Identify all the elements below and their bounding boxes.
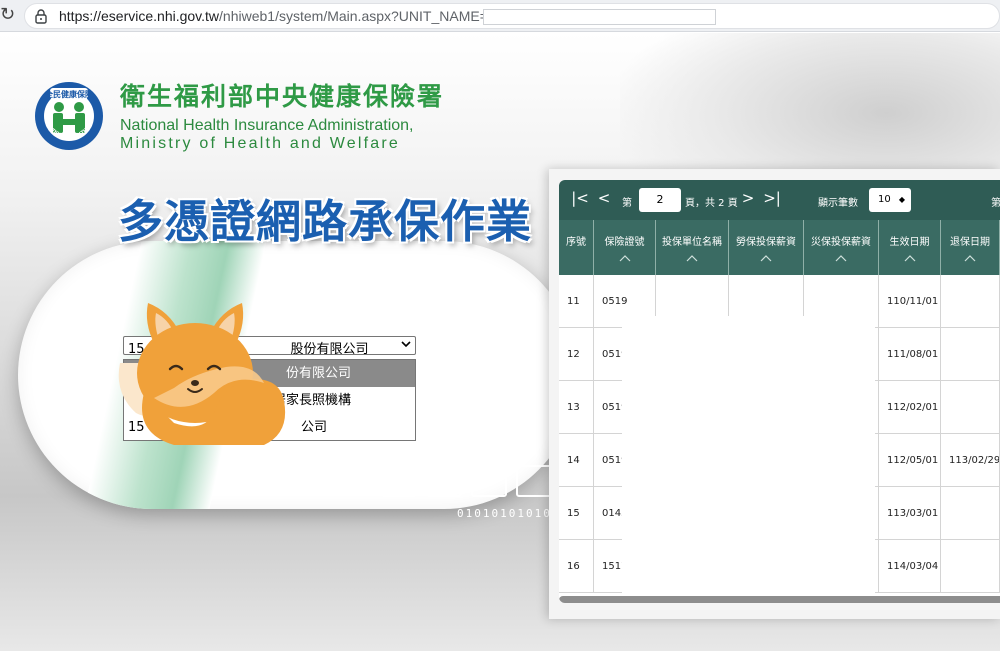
browser-address-bar: ↻ https://eservice.nhi.gov.tw/nhiweb1/sy… bbox=[0, 0, 1000, 32]
table-cell: 11 bbox=[559, 275, 594, 328]
url-host: https://eservice.nhi.gov.tw bbox=[59, 8, 220, 24]
logo-text: 全民健康保險 bbox=[44, 89, 93, 99]
table-redaction bbox=[622, 316, 875, 603]
agency-name-en-line2: Ministry of Health and Welfare bbox=[120, 135, 401, 152]
agency-name-en-line1: National Health Insurance Administration… bbox=[120, 117, 414, 134]
url-text: https://eservice.nhi.gov.tw/nhiweb1/syst… bbox=[59, 8, 488, 24]
column-header[interactable]: 勞保投保薪資 bbox=[729, 220, 804, 275]
url-field[interactable]: https://eservice.nhi.gov.tw/nhiweb1/syst… bbox=[24, 3, 1000, 29]
table-cell: 114/03/04 bbox=[879, 540, 941, 593]
column-header-label: 退保日期 bbox=[950, 237, 990, 248]
url-redaction bbox=[483, 9, 716, 25]
column-header[interactable]: 投保單位名稱 bbox=[656, 220, 729, 275]
binary-decoration: 01010101010 bbox=[457, 507, 552, 520]
updown-icon: ◆ bbox=[898, 195, 905, 204]
table-cell bbox=[941, 540, 1000, 593]
reload-icon[interactable]: ↻ bbox=[0, 4, 15, 25]
table-cell bbox=[941, 328, 1000, 381]
decor-square bbox=[471, 465, 507, 497]
table-cell bbox=[941, 275, 1000, 328]
chevron-down-icon bbox=[401, 341, 411, 348]
table-cell: 15 bbox=[559, 487, 594, 540]
insurance-table-window: |< < 第 2 頁，共 2 頁 > >| 顯示筆數 10 ◆ 第 序號 保險證號 投… bbox=[549, 169, 1000, 619]
table-pager: |< < 第 2 頁，共 2 頁 > >| 顯示筆數 10 ◆ 第 bbox=[559, 180, 1000, 220]
page-title: 多憑證網路承保作業 bbox=[118, 195, 533, 248]
lock-icon[interactable] bbox=[34, 8, 48, 24]
column-header[interactable]: 退保日期 bbox=[941, 220, 1000, 275]
table-cell: 111/08/01 bbox=[879, 328, 941, 381]
page-size-select[interactable]: 10 ◆ bbox=[869, 188, 911, 212]
decor-square bbox=[381, 465, 417, 497]
agency-name-zh: 衛生福利部中央健康保險署 bbox=[120, 82, 445, 111]
page-prefix: 第 bbox=[622, 198, 632, 209]
table-cell: 12 bbox=[559, 328, 594, 381]
table-cell: 112/02/01 bbox=[879, 381, 941, 434]
sort-icon[interactable] bbox=[619, 254, 631, 262]
nhi-logo: 全民健康保險 NATIONAL HEALTH INSURANCE bbox=[33, 80, 103, 150]
sort-icon[interactable] bbox=[760, 254, 772, 262]
page-number-input[interactable]: 2 bbox=[639, 188, 681, 212]
horizontal-scrollbar[interactable] bbox=[559, 596, 1000, 603]
pager-trailing-text: 第 bbox=[991, 198, 1000, 209]
column-header-label: 投保單位名稱 bbox=[662, 237, 722, 248]
url-path: /nhiweb1/system/Main.aspx?UNIT_NAME= bbox=[219, 8, 488, 24]
column-header[interactable]: 保險證號 bbox=[594, 220, 656, 275]
table-cell: 14 bbox=[559, 434, 594, 487]
page-total: 頁，共 2 頁 bbox=[685, 198, 738, 209]
table-header: 序號 保險證號 投保單位名稱 勞保投保薪資 災保投保薪資 生效日期 退保日期 bbox=[559, 220, 1000, 275]
prev-page-icon[interactable]: < bbox=[595, 188, 613, 208]
column-header[interactable]: 災保投保薪資 bbox=[804, 220, 879, 275]
table-cell: 13 bbox=[559, 381, 594, 434]
next-page-icon[interactable]: > bbox=[739, 188, 757, 208]
table-cell bbox=[941, 381, 1000, 434]
last-page-icon[interactable]: >| bbox=[763, 188, 781, 208]
column-header-label: 序號 bbox=[566, 237, 586, 248]
sort-icon[interactable] bbox=[904, 254, 916, 262]
table-cell: 113/02/29 bbox=[941, 434, 1000, 487]
table-cell: 110/11/01 bbox=[879, 275, 941, 328]
table-cell bbox=[941, 487, 1000, 540]
decor-square bbox=[516, 465, 552, 497]
table-cell: 112/05/01 bbox=[879, 434, 941, 487]
table-cell: 113/03/01 bbox=[879, 487, 941, 540]
sort-icon[interactable] bbox=[964, 254, 976, 262]
sort-icon[interactable] bbox=[686, 254, 698, 262]
unit-select-suffix: 股份有限公司 bbox=[290, 342, 369, 357]
sort-icon[interactable] bbox=[835, 254, 847, 262]
column-header-label: 勞保投保薪資 bbox=[736, 237, 796, 248]
column-header[interactable]: 序號 bbox=[559, 220, 594, 275]
column-header-label: 保險證號 bbox=[604, 237, 645, 248]
decor-square bbox=[426, 465, 462, 497]
column-header[interactable]: 生效日期 bbox=[879, 220, 941, 275]
page-size-label: 顯示筆數 bbox=[818, 198, 858, 209]
column-header-label: 災保投保薪資 bbox=[811, 237, 871, 248]
fox-mascot-sticker bbox=[118, 303, 286, 445]
insurance-table: |< < 第 2 頁，共 2 頁 > >| 顯示筆數 10 ◆ 第 序號 保險證號 投… bbox=[559, 180, 1000, 603]
column-header-label: 生效日期 bbox=[889, 237, 930, 248]
first-page-icon[interactable]: |< bbox=[571, 188, 589, 208]
table-cell: 16 bbox=[559, 540, 594, 593]
page-background: 全民健康保險 NATIONAL HEALTH INSURANCE 衛生福利部中央… bbox=[0, 33, 1000, 651]
